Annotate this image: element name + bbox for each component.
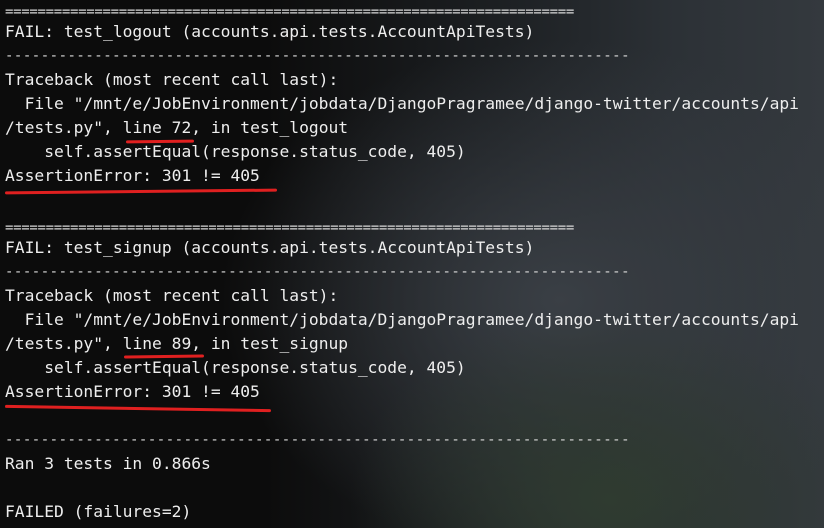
traceback-code: self.assertEqual(response.status_code, 4… [5, 142, 466, 161]
traceback-file-path: /tests.py", line 72, in test_logout [5, 116, 348, 140]
traceback-code: self.assertEqual(response.status_code, 4… [5, 358, 466, 377]
traceback-file-path: /tests.py", line 89, in test_signup [5, 332, 348, 356]
function-reference: , in test_logout [191, 118, 349, 137]
file-path-start: /tests.py", [5, 118, 123, 137]
fail-header: FAIL: test_logout (accounts.api.tests.Ac… [5, 22, 535, 41]
line-reference: line 89 [122, 334, 192, 353]
annotation-underline [4, 188, 278, 195]
test-result: FAILED (failures=2) [5, 502, 192, 521]
function-reference: , in test_signup [191, 334, 349, 353]
separator-dashes: ----------------------------------------… [5, 432, 631, 448]
assertion-error: AssertionError: 301 != 405 [5, 382, 260, 401]
traceback-file-line: File "/mnt/e/JobEnvironment/jobdata/Djan… [5, 310, 799, 329]
terminal-output: ========================================… [0, 0, 824, 528]
traceback-header: Traceback (most recent call last): [5, 70, 339, 89]
test-summary: Ran 3 tests in 0.866s [5, 454, 211, 473]
line-reference: line 72 [122, 118, 192, 137]
separator-dashes: ----------------------------------------… [5, 48, 631, 64]
assertion-error: AssertionError: 301 != 405 [5, 166, 260, 185]
traceback-header: Traceback (most recent call last): [5, 286, 339, 305]
fail-header: FAIL: test_signup (accounts.api.tests.Ac… [5, 238, 535, 257]
traceback-file-line: File "/mnt/e/JobEnvironment/jobdata/Djan… [5, 94, 799, 113]
separator-dashes: ----------------------------------------… [5, 264, 631, 280]
annotation-underline [4, 404, 272, 413]
file-path-start: /tests.py", [5, 334, 123, 353]
